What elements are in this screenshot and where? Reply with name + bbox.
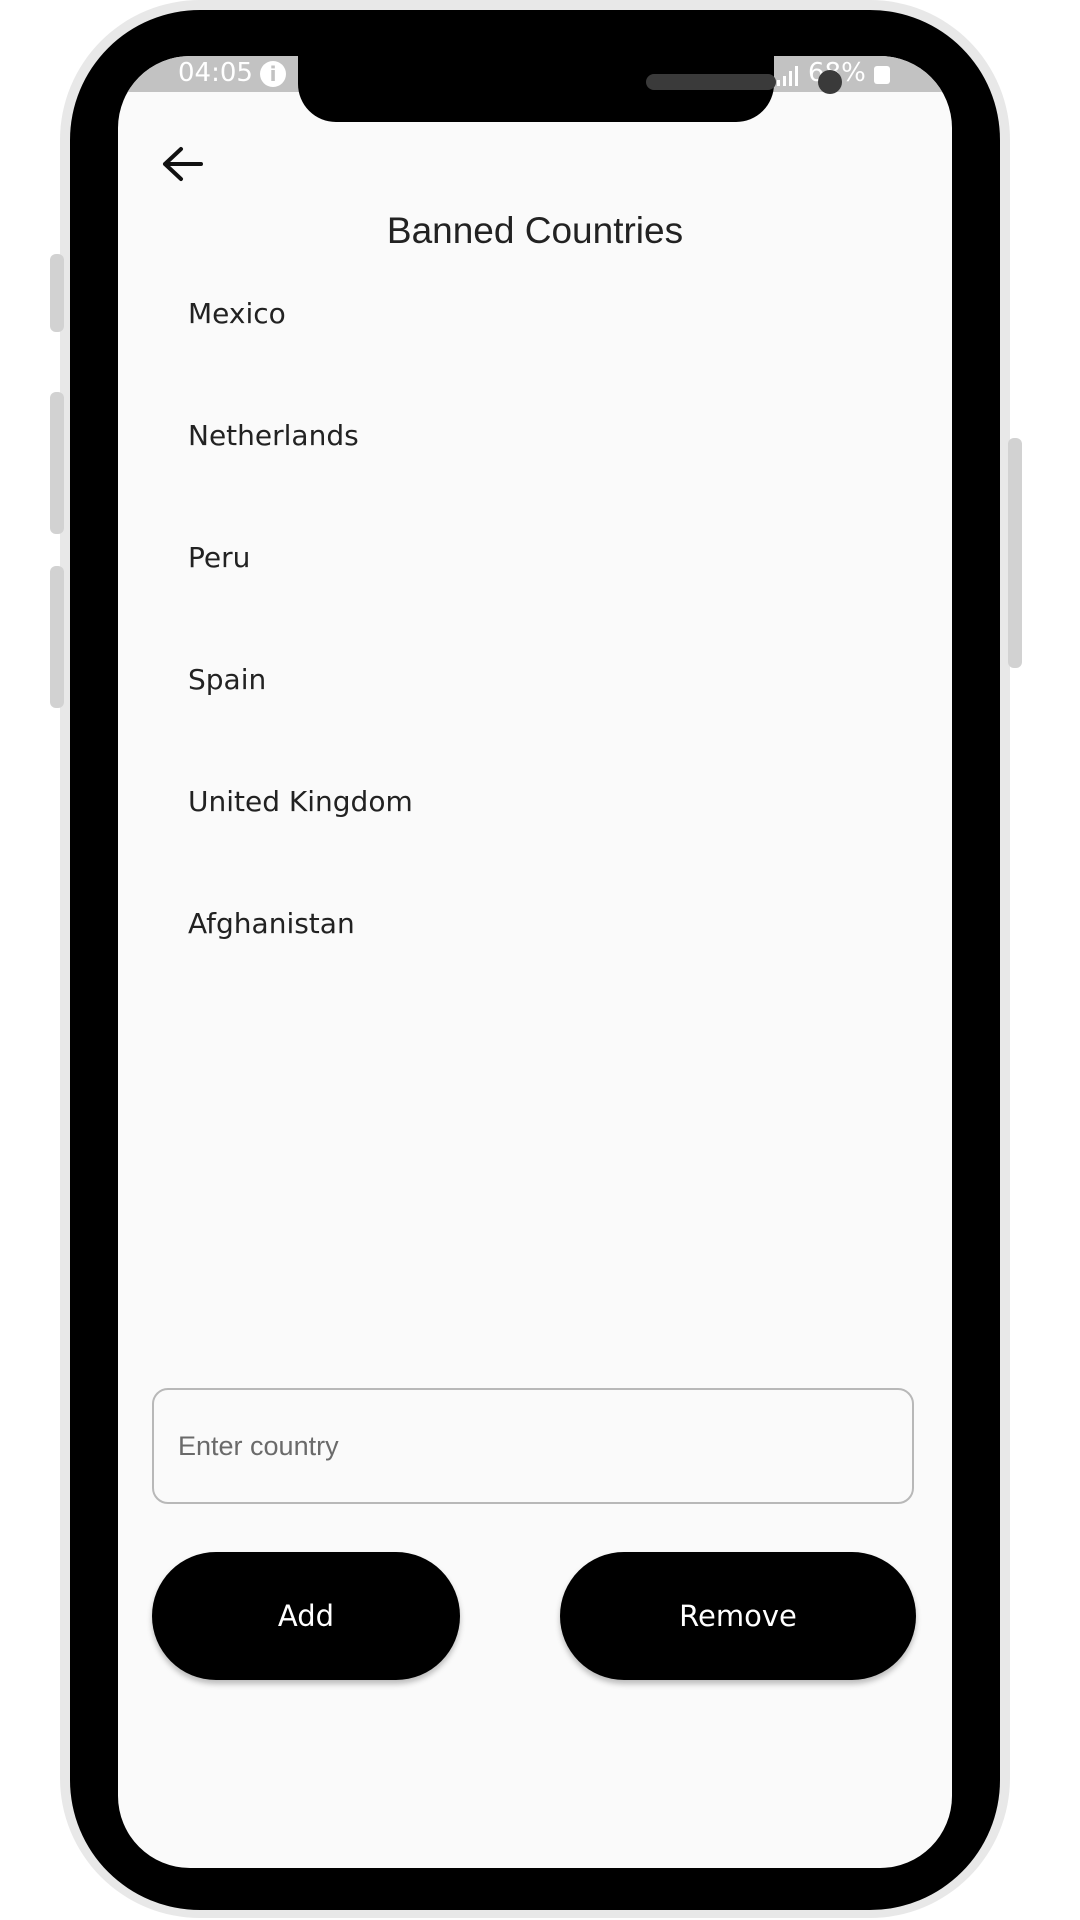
list-item[interactable]: Afghanistan bbox=[188, 906, 888, 1028]
signal-icon bbox=[777, 66, 798, 86]
arrow-left-icon bbox=[163, 147, 203, 181]
country-input[interactable] bbox=[152, 1388, 914, 1504]
app-screen: 04:05 i 68% Banned Countries Mexico Neth… bbox=[118, 56, 952, 1868]
page-title: Banned Countries bbox=[386, 210, 684, 251]
mute-switch bbox=[50, 254, 64, 332]
add-button[interactable]: Add bbox=[152, 1552, 460, 1680]
list-item[interactable]: Peru bbox=[188, 540, 888, 662]
list-item[interactable]: Spain bbox=[188, 662, 888, 784]
front-camera bbox=[818, 70, 842, 94]
remove-button[interactable]: Remove bbox=[560, 1552, 916, 1680]
status-time: 04:05 bbox=[178, 58, 253, 88]
list-item[interactable]: United Kingdom bbox=[188, 784, 888, 906]
battery-charging-icon bbox=[874, 66, 890, 84]
power-button bbox=[1008, 438, 1022, 668]
list-item[interactable]: Netherlands bbox=[188, 418, 888, 540]
back-button[interactable] bbox=[154, 136, 210, 192]
info-icon: i bbox=[260, 61, 286, 87]
banned-countries-list: Mexico Netherlands Peru Spain United Kin… bbox=[188, 296, 888, 1028]
volume-down-button bbox=[50, 566, 64, 708]
earpiece-speaker bbox=[646, 74, 776, 90]
volume-up-button bbox=[50, 392, 64, 534]
camera-notch bbox=[298, 56, 842, 122]
stage: 04:05 i 68% Banned Countries Mexico Neth… bbox=[0, 0, 1080, 1920]
list-item[interactable]: Mexico bbox=[188, 296, 888, 418]
